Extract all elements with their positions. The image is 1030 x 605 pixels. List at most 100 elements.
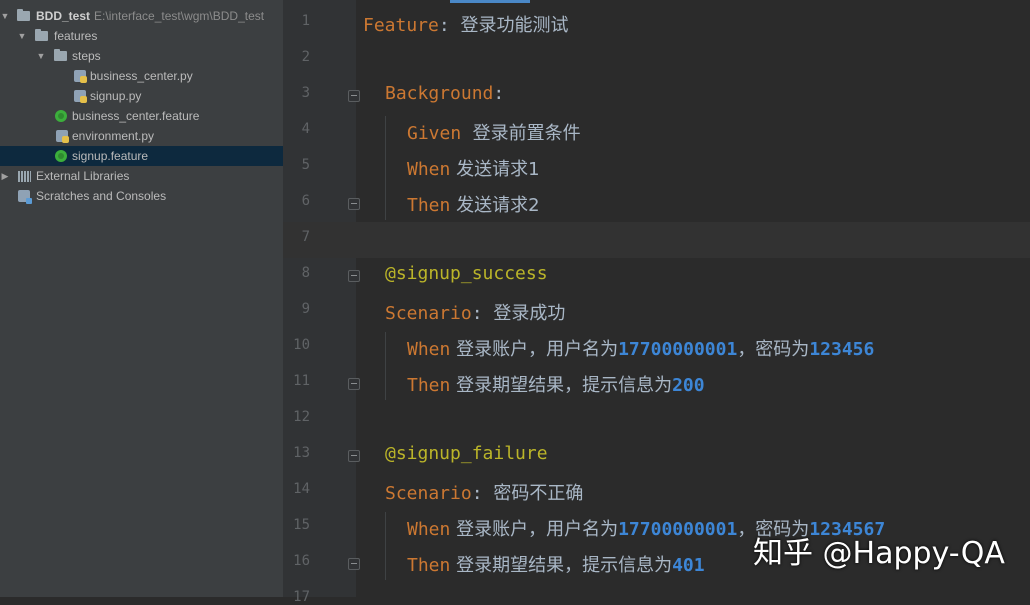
tree-item-label: External Libraries — [36, 169, 130, 183]
indent-guide — [385, 332, 386, 400]
tree-item-business-center-feature[interactable]: business_center.feature — [0, 106, 283, 126]
keyword: Background — [385, 83, 494, 104]
code-line-5[interactable]: When 发送请求1 — [407, 155, 540, 181]
keyword: Then — [407, 375, 451, 396]
gherkin-tag: @signup_success — [385, 263, 548, 284]
cucumber-feature-icon — [55, 150, 67, 162]
line-number: 4 — [301, 121, 310, 137]
separator: : — [438, 15, 461, 36]
code-line-10[interactable]: When 登录账户，用户名为17700000001，密码为123456 — [407, 335, 874, 361]
fold-marker-icon[interactable] — [348, 558, 360, 570]
code-line-13[interactable]: @signup_failure — [385, 443, 548, 464]
step-text: 登录期望结果，提示信息为 — [450, 375, 673, 396]
line-number: 16 — [293, 553, 310, 569]
step-number: 123456 — [809, 339, 875, 360]
python-file-icon — [74, 90, 87, 103]
step-number: 401 — [672, 555, 705, 576]
code-line-6[interactable]: Then 发送请求2 — [407, 191, 540, 217]
python-file-icon — [56, 130, 69, 143]
fold-marker-icon[interactable] — [348, 90, 360, 102]
tree-item-features[interactable]: ▼ features — [0, 26, 283, 46]
code-line-16[interactable]: Then 登录期望结果，提示信息为401 — [407, 551, 705, 577]
code-line-14[interactable]: Scenario: 密码不正确 — [385, 479, 583, 505]
tree-item-signup-py[interactable]: signup.py — [0, 86, 283, 106]
line-number: 11 — [293, 373, 310, 389]
tree-item-label: features — [54, 29, 98, 43]
indent-guide — [385, 512, 386, 580]
step-text: 登录账户，用户名为 — [450, 519, 619, 540]
step-number: 200 — [672, 375, 705, 396]
code-line-8[interactable]: @signup_success — [385, 263, 548, 284]
keyword: Then — [407, 555, 451, 576]
step-number: 17700000001 — [618, 339, 738, 360]
folder-icon — [17, 9, 30, 21]
tree-item-scratches[interactable]: Scratches and Consoles — [0, 186, 283, 206]
expand-arrow-icon[interactable]: ▶ — [0, 166, 10, 186]
tree-root-label: BDD_test — [36, 9, 91, 23]
step-text: 发送请求1 — [450, 159, 540, 180]
library-icon — [18, 171, 31, 182]
step-text: 登录功能测试 — [460, 15, 569, 36]
line-number: 7 — [301, 229, 310, 245]
fold-marker-icon[interactable] — [348, 270, 360, 282]
line-number: 3 — [301, 85, 310, 101]
tree-item-environment-py[interactable]: environment.py — [0, 126, 283, 146]
folder-icon — [35, 29, 48, 41]
keyword: Scenario — [385, 303, 472, 324]
tree-item-steps[interactable]: ▼ steps — [0, 46, 283, 66]
tree-item-label: steps — [72, 49, 101, 63]
fold-marker-icon[interactable] — [348, 450, 360, 462]
code-line-9[interactable]: Scenario: 登录成功 — [385, 299, 565, 325]
expand-arrow-icon[interactable]: ▼ — [0, 6, 10, 26]
tree-item-business-center-py[interactable]: business_center.py — [0, 66, 283, 86]
step-text: 登录期望结果，提示信息为 — [450, 555, 673, 576]
keyword: Given — [407, 123, 462, 144]
tree-item-label: environment.py — [72, 129, 155, 143]
python-file-icon — [74, 70, 87, 83]
step-text: ，密码为 — [737, 339, 810, 360]
step-text: 发送请求2 — [450, 195, 540, 216]
separator: : — [471, 483, 494, 504]
expand-arrow-icon[interactable]: ▼ — [17, 26, 27, 46]
scratches-icon — [18, 190, 32, 204]
tree-root-bdd-test[interactable]: ▼ BDD_test E:\interface_test\wgm\BDD_test — [0, 6, 283, 26]
separator: : — [471, 303, 494, 324]
tree-item-label: signup.feature — [72, 149, 149, 163]
step-text: 密码不正确 — [493, 483, 584, 504]
keyword: Then — [407, 195, 451, 216]
fold-marker-icon[interactable] — [348, 378, 360, 390]
keyword: When — [407, 519, 451, 540]
step-text: 登录前置条件 — [461, 123, 581, 144]
line-number: 14 — [293, 481, 310, 497]
active-tab-indicator — [450, 0, 530, 3]
step-text: 登录成功 — [493, 303, 566, 324]
tree-root-path: E:\interface_test\wgm\BDD_test — [94, 9, 265, 23]
code-line-4[interactable]: Given 登录前置条件 — [407, 119, 581, 145]
expand-arrow-icon[interactable]: ▼ — [36, 46, 46, 66]
watermark: 知乎 @Happy-QA — [753, 536, 1005, 571]
tree-item-label: Scratches and Consoles — [36, 189, 167, 203]
line-number: 17 — [293, 589, 310, 605]
line-number: 2 — [301, 49, 310, 65]
keyword: When — [407, 339, 451, 360]
gherkin-tag: @signup_failure — [385, 443, 548, 464]
line-number: 9 — [301, 301, 310, 317]
tree-item-label: signup.py — [90, 89, 142, 103]
tree-item-label: business_center.py — [90, 69, 193, 83]
code-line-11[interactable]: Then 登录期望结果，提示信息为200 — [407, 371, 705, 397]
tree-item-external-libraries[interactable]: ▶ External Libraries — [0, 166, 283, 186]
line-number: 12 — [293, 409, 310, 425]
line-number: 5 — [301, 157, 310, 173]
tree-item-label: business_center.feature — [72, 109, 200, 123]
step-text: 登录账户，用户名为 — [450, 339, 619, 360]
keyword: Feature — [363, 15, 439, 36]
project-tree: ▼ BDD_test E:\interface_test\wgm\BDD_test… — [0, 0, 283, 597]
tree-item-signup-feature[interactable]: signup.feature — [0, 146, 283, 166]
line-number: 15 — [293, 517, 310, 533]
code-line-1[interactable]: Feature: 登录功能测试 — [363, 11, 569, 37]
fold-marker-icon[interactable] — [348, 198, 360, 210]
folder-icon — [54, 49, 67, 61]
separator: : — [493, 83, 505, 104]
line-number: 8 — [301, 265, 310, 281]
code-line-3[interactable]: Background: — [385, 83, 504, 104]
